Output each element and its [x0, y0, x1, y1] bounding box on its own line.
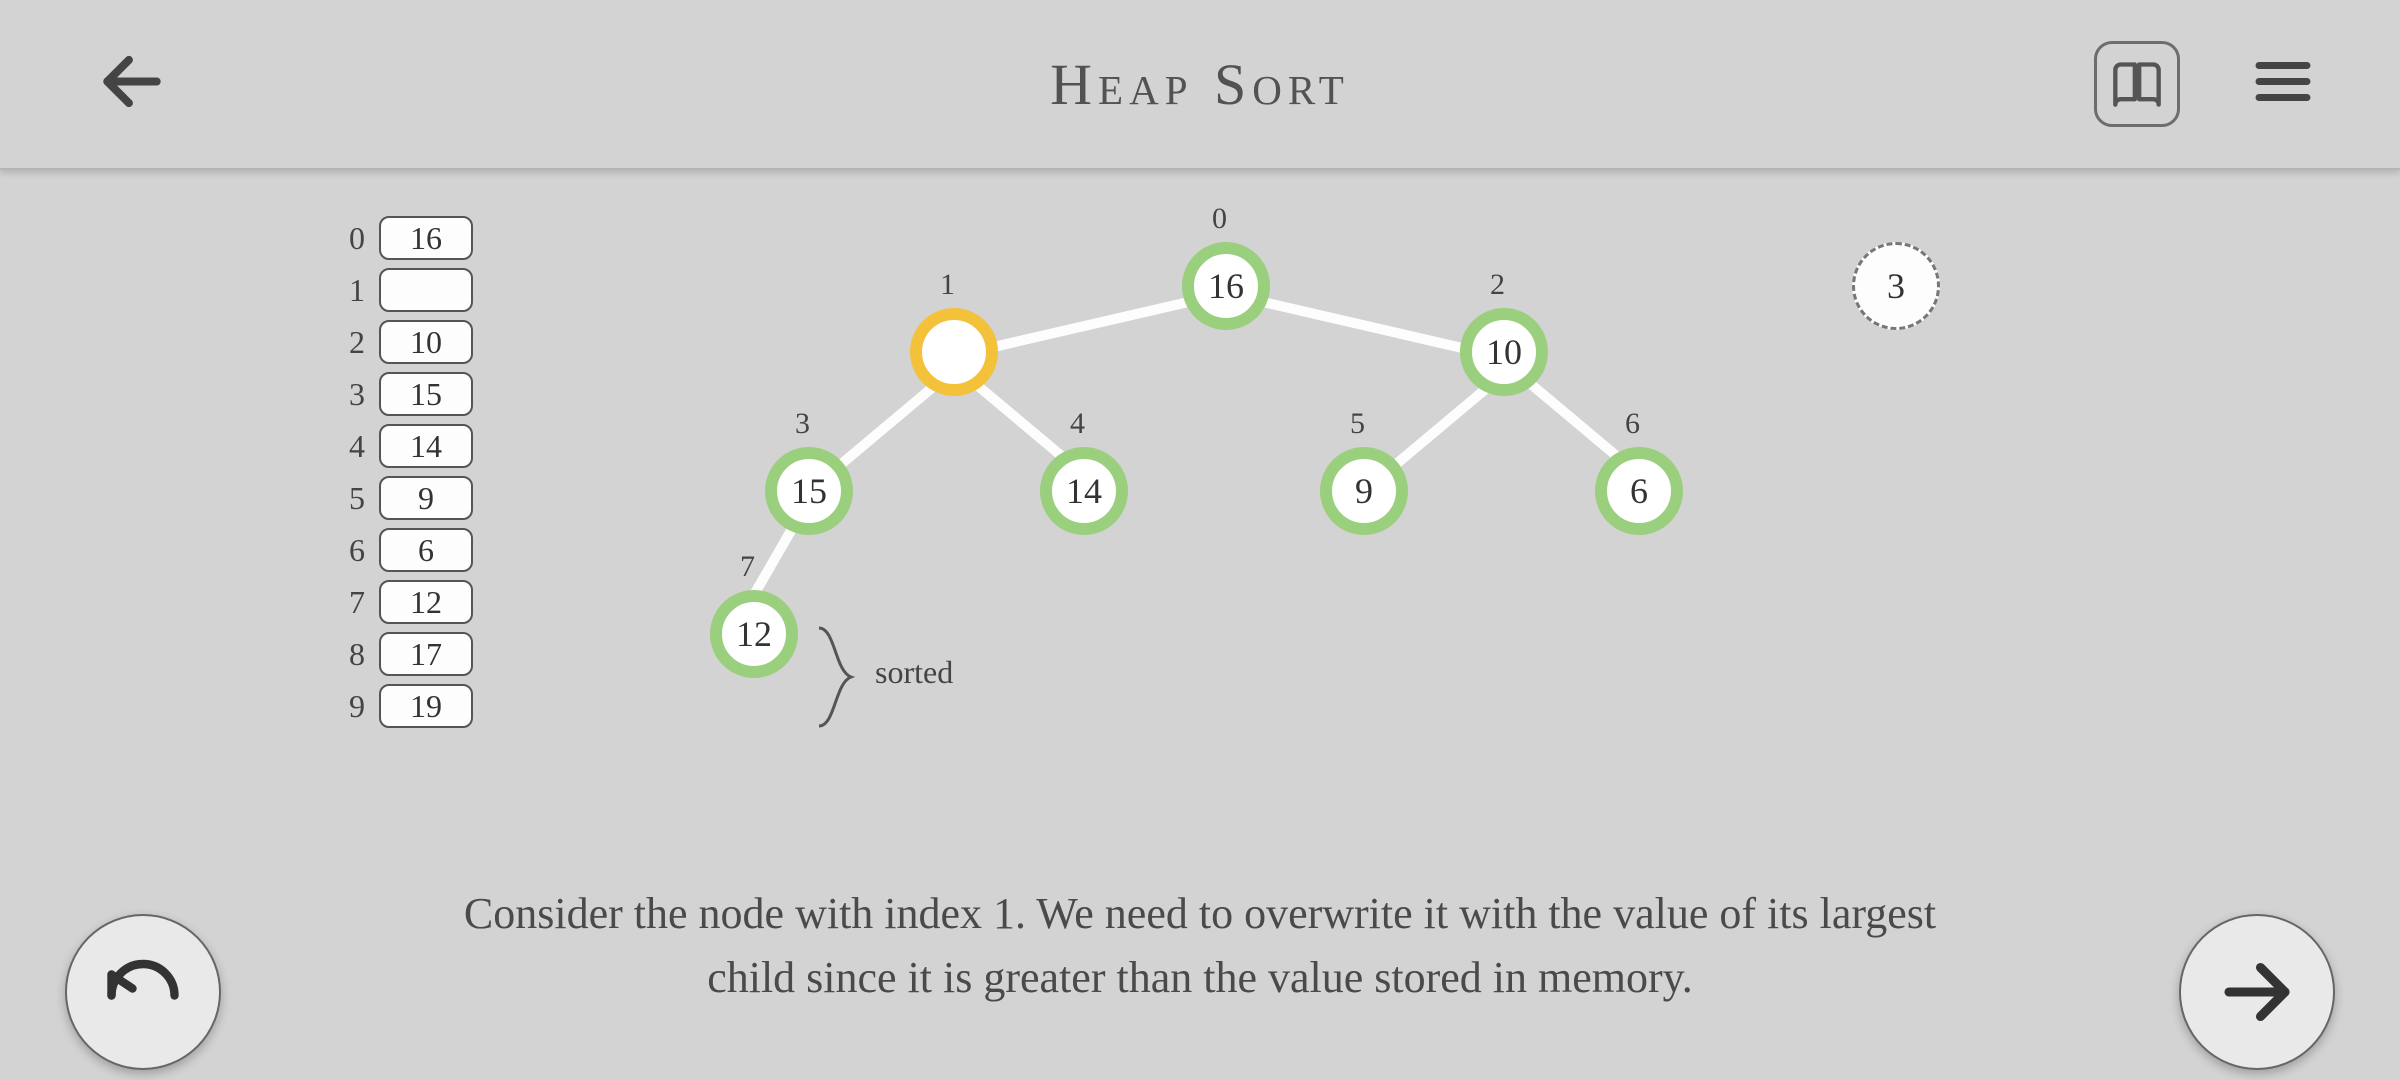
heap-node-0[interactable]: 16	[1182, 242, 1270, 330]
node-index-label: 3	[795, 407, 810, 441]
back-button[interactable]	[95, 45, 169, 124]
node-index-label: 5	[1350, 407, 1365, 441]
node-index-label: 0	[1212, 202, 1227, 236]
heap-node-3[interactable]: 15	[765, 447, 853, 535]
menu-icon	[2251, 50, 2315, 114]
memory-value: 3	[1887, 265, 1905, 307]
content-area: 016 1 210 315 414 59 66 712 817 919 sort…	[0, 172, 2400, 1080]
arrow-right-icon	[2215, 950, 2299, 1034]
undo-button[interactable]	[65, 914, 221, 1070]
page-title: Heap Sort	[1050, 51, 1350, 118]
step-caption: Consider the node with index 1. We need …	[420, 882, 1980, 1010]
node-value: 14	[1066, 470, 1102, 512]
node-index-label: 2	[1490, 268, 1505, 302]
node-value: 16	[1208, 265, 1244, 307]
node-index-label: 7	[740, 550, 755, 584]
arrow-left-icon	[95, 45, 169, 119]
node-value: 9	[1355, 470, 1373, 512]
heap-node-6[interactable]: 6	[1595, 447, 1683, 535]
heap-node-1[interactable]	[910, 308, 998, 396]
memory-node: 3	[1852, 242, 1940, 330]
heap-node-4[interactable]: 14	[1040, 447, 1128, 535]
heap-node-5[interactable]: 9	[1320, 447, 1408, 535]
heap-tree: 16 0 1 10 2 15 3 14 4 9 5 6 6 12 7 3	[0, 172, 2400, 772]
node-index-label: 4	[1070, 407, 1085, 441]
header: Heap Sort	[0, 0, 2400, 170]
node-index-label: 1	[940, 268, 955, 302]
reference-button[interactable]	[2094, 41, 2180, 127]
node-value: 12	[736, 613, 772, 655]
heap-node-2[interactable]: 10	[1460, 308, 1548, 396]
node-value: 10	[1486, 331, 1522, 373]
undo-icon	[101, 950, 185, 1034]
book-open-icon	[2111, 58, 2163, 110]
node-value: 15	[791, 470, 827, 512]
node-value: 6	[1630, 470, 1648, 512]
heap-node-7[interactable]: 12	[710, 590, 798, 678]
node-index-label: 6	[1625, 407, 1640, 441]
next-button[interactable]	[2179, 914, 2335, 1070]
menu-button[interactable]	[2251, 50, 2315, 119]
